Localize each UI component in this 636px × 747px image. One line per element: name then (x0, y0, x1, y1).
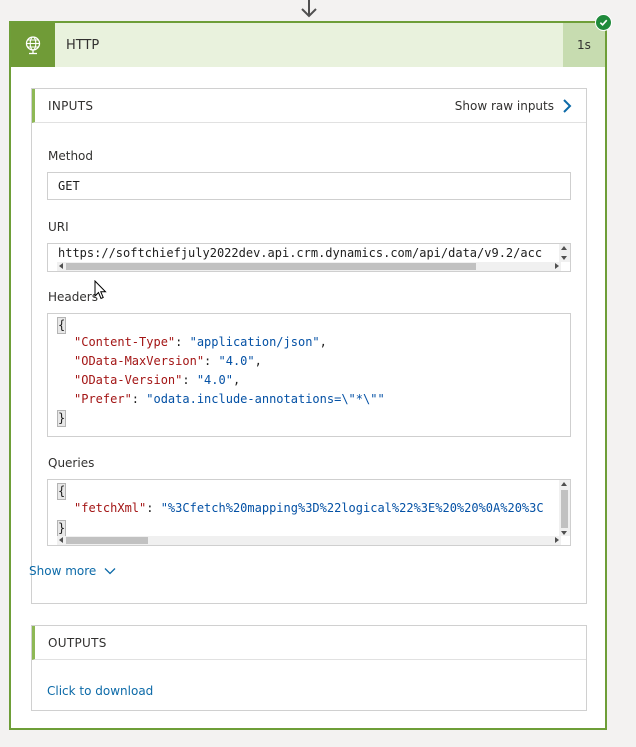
uri-horizontal-scrollbar[interactable] (57, 262, 561, 271)
outputs-section: OUTPUTS Click to download (31, 625, 587, 711)
header-line: "OData-MaxVersion": "4.0", (74, 354, 262, 368)
header-line: "Prefer": "odata.include-annotations=\"*… (74, 392, 385, 406)
queries-vertical-thumb[interactable] (561, 490, 568, 528)
uri-vertical-scrollbar[interactable] (559, 244, 570, 262)
uri-scroll-thumb[interactable] (66, 263, 476, 270)
action-icon-box (11, 23, 55, 67)
headers-field: { "Content-Type": "application/json", "O… (47, 313, 571, 437)
uri-value: https://softchiefjuly2022dev.api.crm.dyn… (58, 246, 543, 260)
inputs-section: INPUTS Show raw inputs Method GET URI ht… (31, 88, 587, 604)
chevron-right-icon (563, 98, 572, 113)
method-field: GET (47, 172, 571, 200)
outputs-title: OUTPUTS (48, 635, 107, 650)
download-link[interactable]: Click to download (47, 684, 153, 698)
header-line: "Content-Type": "application/json", (74, 335, 327, 349)
scroll-up-icon[interactable] (561, 482, 567, 486)
action-title: HTTP (66, 37, 100, 53)
headers-label: Headers (48, 290, 98, 304)
http-action-card: HTTP 1s INPUTS Show raw inputs Method GE… (9, 21, 607, 730)
query-line: "fetchXml": "%3Cfetch%20mapping%3D%22log… (74, 501, 544, 515)
outputs-section-header: OUTPUTS (32, 626, 586, 660)
json-brace-open: { (57, 317, 66, 334)
checkmark-icon (599, 19, 608, 27)
queries-label: Queries (48, 456, 95, 470)
inputs-title: INPUTS (48, 98, 94, 113)
chevron-down-icon (104, 568, 116, 575)
json-brace-close: } (57, 410, 66, 427)
arrow-down-icon (301, 0, 317, 18)
scroll-right-icon[interactable] (555, 263, 559, 269)
inputs-section-header: INPUTS Show raw inputs (32, 89, 586, 123)
method-label: Method (48, 149, 94, 163)
json-brace-open: { (57, 483, 66, 500)
queries-field: { "fetchXml": "%3Cfetch%20mapping%3D%22l… (47, 479, 571, 546)
mouse-pointer-icon (94, 280, 107, 300)
scroll-left-icon[interactable] (59, 537, 63, 543)
queries-horizontal-scrollbar[interactable] (57, 536, 561, 545)
uri-label: URI (48, 220, 69, 234)
show-raw-inputs-label: Show raw inputs (454, 98, 554, 113)
show-more-label: Show more (29, 564, 97, 578)
uri-field: https://softchiefjuly2022dev.api.crm.dyn… (47, 243, 571, 272)
queries-horizontal-thumb[interactable] (66, 537, 148, 544)
show-raw-inputs-link[interactable]: Show raw inputs (455, 99, 572, 113)
queries-vertical-scrollbar[interactable] (559, 480, 570, 536)
header-line: "OData-Version": "4.0", (74, 373, 241, 387)
scroll-up-icon[interactable] (561, 246, 567, 250)
action-header[interactable]: HTTP 1s (11, 23, 605, 67)
scroll-down-icon[interactable] (561, 531, 567, 535)
scroll-down-icon[interactable] (561, 256, 567, 260)
scroll-left-icon[interactable] (59, 263, 63, 269)
globe-icon (25, 36, 41, 55)
success-status-badge (595, 14, 612, 31)
json-brace-close: } (57, 520, 66, 537)
show-more-button[interactable]: Show more (29, 564, 116, 578)
scroll-right-icon[interactable] (555, 537, 559, 543)
